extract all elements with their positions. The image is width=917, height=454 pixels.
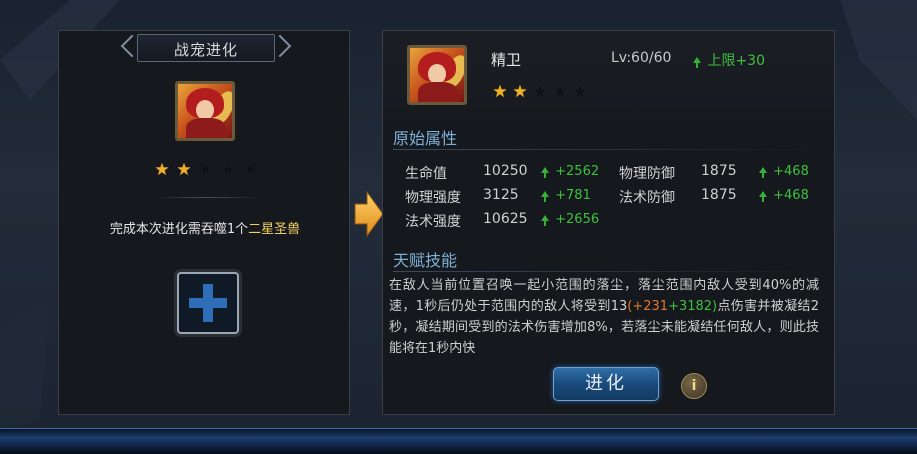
- plus-icon-vertical: [203, 284, 213, 322]
- pet-level: Lv:60/60: [611, 50, 672, 66]
- section-title-talent: 天赋技能: [393, 251, 458, 270]
- star-icon: ★: [512, 82, 528, 102]
- pet-portrait[interactable]: [175, 81, 235, 141]
- star-empty-icon: ★: [198, 160, 214, 180]
- pet-name: 精卫: [491, 51, 522, 69]
- stat-increase: +468: [759, 164, 809, 179]
- talent-damage-bonus: +3182): [668, 299, 718, 314]
- stat-label: 法术防御: [619, 190, 675, 206]
- stat-label: 法术强度: [405, 214, 461, 230]
- star-empty-icon: ★: [572, 82, 588, 102]
- evolve-button[interactable]: 进化: [553, 367, 659, 401]
- stat-value: 10625: [483, 211, 528, 227]
- stat-value: 1875: [701, 187, 737, 203]
- up-arrow-icon: [541, 191, 549, 202]
- star-empty-icon: ★: [220, 160, 236, 180]
- stat-increase-value: +468: [773, 188, 809, 203]
- divider: [151, 197, 263, 198]
- star-rating: ★ ★ ★ ★ ★: [153, 161, 263, 179]
- stat-increase: +468: [759, 188, 809, 203]
- star-icon: ★: [176, 160, 192, 180]
- stat-value: 10250: [483, 163, 528, 179]
- stat-increase: +2656: [541, 212, 599, 227]
- divider: [393, 271, 823, 272]
- level-cap-bonus: 上限+30: [693, 50, 765, 70]
- bottom-bar: [0, 428, 917, 454]
- star-empty-icon: ★: [532, 82, 548, 102]
- level-cap-text: 上限+30: [707, 53, 765, 69]
- star-empty-icon: ★: [242, 160, 258, 180]
- pet-portrait[interactable]: [407, 45, 467, 105]
- requirement-material: 二星圣兽: [248, 222, 301, 237]
- evolution-source-panel: 战宠进化 ★ ★ ★ ★ ★ 完成本次进化需吞噬1个二星圣兽: [58, 30, 350, 415]
- portrait-face: [196, 100, 214, 120]
- stat-increase: +2562: [541, 164, 599, 179]
- star-empty-icon: ★: [552, 82, 568, 102]
- add-material-button[interactable]: [177, 272, 239, 334]
- requirement-text: 完成本次进化需吞噬1个: [109, 222, 249, 237]
- star-rating: ★ ★ ★ ★ ★: [491, 83, 601, 101]
- stat-increase-value: +2562: [555, 164, 600, 179]
- section-title-base-attributes: 原始属性: [393, 129, 458, 148]
- up-arrow-icon: [541, 215, 549, 226]
- portrait-face: [428, 64, 446, 84]
- stat-value: 1875: [701, 163, 737, 179]
- portrait-body: [418, 82, 458, 102]
- up-arrow-icon: [759, 191, 767, 202]
- talent-description: 在敌人当前位置召唤一起小范围的落尘，落尘范围内敌人受到40%的减速，1秒后仍处于…: [389, 275, 819, 353]
- up-arrow-icon: [541, 167, 549, 178]
- talent-damage-base: (+231: [627, 299, 669, 314]
- star-icon: ★: [492, 82, 508, 102]
- divider: [393, 149, 823, 150]
- up-arrow-icon: [693, 57, 701, 68]
- stat-increase: +781: [541, 188, 591, 203]
- stat-label: 生命值: [405, 166, 447, 182]
- talent-description-scroll[interactable]: 在敌人当前位置召唤一起小范围的落尘，落尘范围内敌人受到40%的减速，1秒后仍处于…: [389, 275, 819, 353]
- arrow-right-icon: [354, 190, 384, 238]
- portrait-body: [186, 118, 226, 138]
- stat-label: 物理强度: [405, 190, 461, 206]
- stat-increase-value: +468: [773, 164, 809, 179]
- stat-increase-value: +2656: [555, 212, 600, 227]
- panel-title-frame: 战宠进化: [137, 34, 275, 62]
- star-icon: ★: [154, 160, 170, 180]
- info-icon[interactable]: i: [681, 373, 707, 399]
- evolution-requirement: 完成本次进化需吞噬1个二星圣兽: [59, 218, 351, 237]
- stat-increase-value: +781: [555, 188, 591, 203]
- up-arrow-icon: [759, 167, 767, 178]
- panel-title: 战宠进化: [173, 41, 238, 59]
- stat-value: 3125: [483, 187, 519, 203]
- stat-label: 物理防御: [619, 166, 675, 182]
- evolution-result-panel: 精卫 Lv:60/60 上限+30 ★ ★ ★ ★ ★ 原始属性 生命值 102…: [382, 30, 835, 415]
